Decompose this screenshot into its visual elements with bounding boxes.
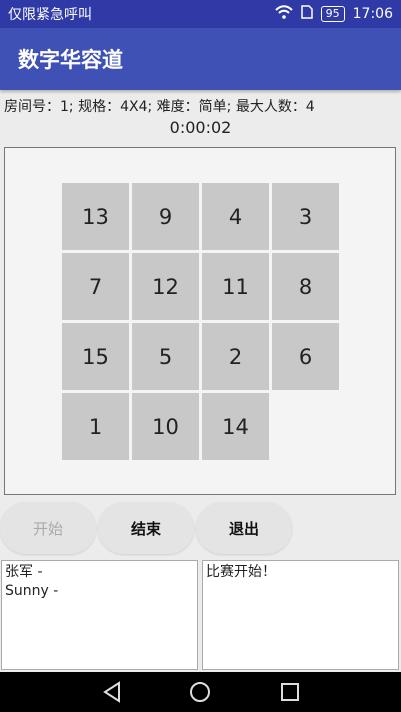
exit-button[interactable]: 退出 <box>196 502 292 554</box>
puzzle-tile[interactable]: 6 <box>272 323 339 390</box>
app-bar: 数字华容道 <box>0 28 401 90</box>
puzzle-tile[interactable]: 10 <box>132 393 199 460</box>
back-icon[interactable] <box>101 680 123 708</box>
sim-icon <box>300 5 313 23</box>
puzzle-grid: 13 9 4 3 7 12 11 8 15 5 2 6 1 10 14 <box>62 183 340 461</box>
puzzle-tile[interactable]: 8 <box>272 253 339 320</box>
puzzle-tile[interactable]: 5 <box>132 323 199 390</box>
app-title: 数字华容道 <box>18 48 123 72</box>
puzzle-tile[interactable]: 14 <box>202 393 269 460</box>
battery-icon: 95 <box>320 6 345 22</box>
wifi-icon <box>274 5 293 23</box>
puzzle-tile[interactable]: 3 <box>272 183 339 250</box>
player-line: 张军 - <box>5 564 43 580</box>
start-button[interactable]: 开始 <box>0 502 96 554</box>
puzzle-tile[interactable]: 4 <box>202 183 269 250</box>
home-icon[interactable] <box>188 680 212 708</box>
puzzle-tile[interactable]: 1 <box>62 393 129 460</box>
messages-panel: 比赛开始！ <box>202 560 399 670</box>
clock: 17:06 <box>352 6 393 22</box>
message-line: 比赛开始！ <box>206 564 276 580</box>
players-panel: 张军 - Sunny - <box>1 560 198 670</box>
puzzle-tile[interactable]: 2 <box>202 323 269 390</box>
carrier-text: 仅限紧急呼叫 <box>8 7 92 23</box>
game-timer: 0:00:02 <box>169 118 232 137</box>
recents-icon[interactable] <box>279 680 301 708</box>
nav-bar <box>0 672 401 712</box>
puzzle-tile[interactable]: 7 <box>62 253 129 320</box>
status-bar: 仅限紧急呼叫 95 17:06 <box>0 0 401 28</box>
status-icons: 95 17:06 <box>274 5 393 23</box>
puzzle-tile[interactable]: 13 <box>62 183 129 250</box>
puzzle-tile[interactable]: 11 <box>202 253 269 320</box>
puzzle-tile[interactable]: 12 <box>132 253 199 320</box>
puzzle-tile[interactable]: 15 <box>62 323 129 390</box>
puzzle-tile[interactable]: 9 <box>132 183 199 250</box>
control-buttons: 开始 结束 退出 <box>0 502 401 554</box>
end-button[interactable]: 结束 <box>98 502 194 554</box>
room-info: 房间号：1; 规格：4X4; 难度：简单; 最大人数：4 <box>4 99 315 115</box>
player-line: Sunny - <box>5 583 59 599</box>
